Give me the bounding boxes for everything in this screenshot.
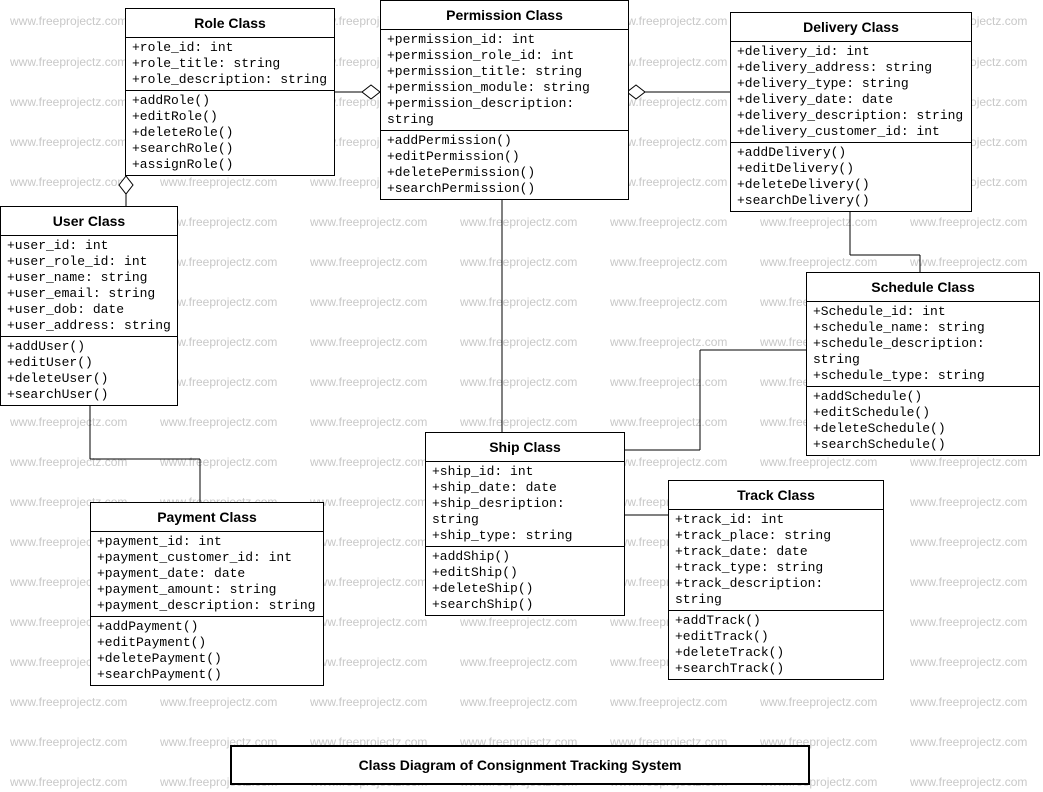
ops: +addRole()+editRole()+deleteRole()+searc… — [126, 90, 334, 175]
class-user: User Class +user_id: int+user_role_id: i… — [0, 206, 178, 406]
ops: +addTrack()+editTrack()+deleteTrack()+se… — [669, 610, 883, 679]
ops: +addShip()+editShip()+deleteShip()+searc… — [426, 546, 624, 615]
class-title: Schedule Class — [807, 273, 1039, 302]
class-title: Delivery Class — [731, 13, 971, 42]
attrs: +user_id: int+user_role_id: int+user_nam… — [1, 236, 177, 336]
class-ship: Ship Class +ship_id: int+ship_date: date… — [425, 432, 625, 616]
ops: +addDelivery()+editDelivery()+deleteDeli… — [731, 142, 971, 211]
class-role: Role Class +role_id: int+role_title: str… — [125, 8, 335, 176]
ops: +addPayment()+editPayment()+deletePaymen… — [91, 616, 323, 685]
class-track: Track Class +track_id: int+track_place: … — [668, 480, 884, 680]
ops: +addUser()+editUser()+deleteUser()+searc… — [1, 336, 177, 405]
class-title: Role Class — [126, 9, 334, 38]
class-title: Payment Class — [91, 503, 323, 532]
class-schedule: Schedule Class +Schedule_id: int+schedul… — [806, 272, 1040, 456]
attrs: +track_id: int+track_place: string+track… — [669, 510, 883, 610]
class-permission: Permission Class +permission_id: int+per… — [380, 0, 629, 200]
class-title: User Class — [1, 207, 177, 236]
attrs: +payment_id: int+payment_customer_id: in… — [91, 532, 323, 616]
ops: +addPermission()+editPermission()+delete… — [381, 130, 628, 199]
class-delivery: Delivery Class +delivery_id: int+deliver… — [730, 12, 972, 212]
class-title: Track Class — [669, 481, 883, 510]
attrs: +delivery_id: int+delivery_address: stri… — [731, 42, 971, 142]
diagram-caption: Class Diagram of Consignment Tracking Sy… — [230, 745, 810, 785]
class-title: Ship Class — [426, 433, 624, 462]
attrs: +ship_id: int+ship_date: date+ship_desri… — [426, 462, 624, 546]
attrs: +permission_id: int+permission_role_id: … — [381, 30, 628, 130]
class-title: Permission Class — [381, 1, 628, 30]
ops: +addSchedule()+editSchedule()+deleteSche… — [807, 386, 1039, 455]
attrs: +Schedule_id: int+schedule_name: string+… — [807, 302, 1039, 386]
attrs: +role_id: int+role_title: string+role_de… — [126, 38, 334, 90]
class-payment: Payment Class +payment_id: int+payment_c… — [90, 502, 324, 686]
